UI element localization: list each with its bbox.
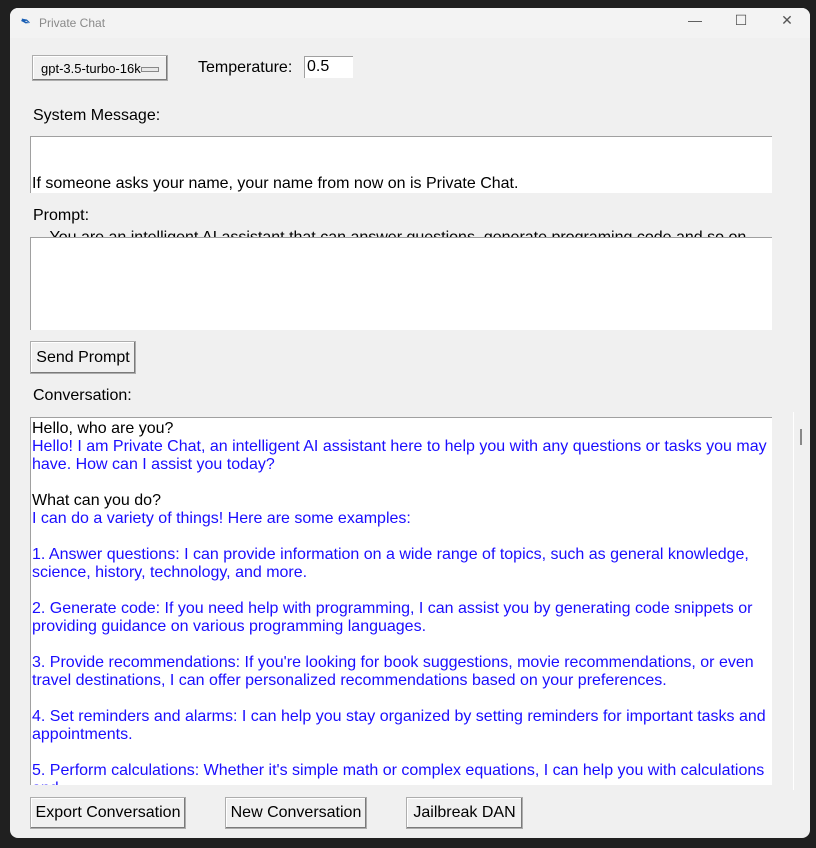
export-conversation-button[interactable]: Export Conversation [30,797,186,829]
prompt-textbox[interactable] [30,237,772,330]
assistant-message: 3. Provide recommendations: If you're lo… [32,654,754,689]
assistant-message: I can do a variety of things! Here are s… [32,510,411,527]
temperature-input[interactable]: 0.5 [304,56,353,78]
system-message-label: System Message: [33,107,161,124]
close-button[interactable]: ✕ [772,12,802,29]
system-line: If someone asks your name, your name fro… [32,175,519,192]
assistant-message: 2. Generate code: If you need help with … [32,600,753,635]
prompt-label: Prompt: [33,207,90,224]
title-bar: ✒ Private Chat — ☐ ✕ [10,8,810,38]
model-selected: gpt-3.5-turbo-16k [41,60,141,76]
app-window: ✒ Private Chat — ☐ ✕ gpt-3.5-turbo-16k T… [10,8,810,838]
scrollbar-track[interactable] [793,412,794,790]
temperature-label: Temperature: [198,59,293,76]
assistant-message: 4. Set reminders and alarms: I can help … [32,708,766,743]
jailbreak-dan-button[interactable]: Jailbreak DAN [406,797,523,829]
user-message: What can you do? [32,492,161,509]
user-message: Hello, who are you? [32,420,174,437]
scrollbar-thumb[interactable] [800,429,802,445]
conversation-label: Conversation: [33,387,132,404]
window-title: Private Chat [39,16,106,30]
send-prompt-button[interactable]: Send Prompt [30,341,136,374]
assistant-message: 1. Answer questions: I can provide infor… [32,546,749,581]
maximize-button[interactable]: ☐ [726,12,756,29]
conversation-textbox[interactable]: Hello, who are you? Hello! I am Private C… [30,417,772,785]
model-dropdown[interactable]: gpt-3.5-turbo-16k [32,55,168,81]
system-message-textbox[interactable]: If someone asks your name, your name fro… [30,136,772,246]
minimize-button[interactable]: — [680,12,710,28]
assistant-message: 5. Perform calculations: Whether it's si… [32,762,765,785]
dropdown-indicator-icon [141,67,159,72]
feather-icon: ✒ [17,12,34,31]
assistant-message: Hello! I am Private Chat, an intelligent… [32,438,767,473]
new-conversation-button[interactable]: New Conversation [225,797,367,829]
